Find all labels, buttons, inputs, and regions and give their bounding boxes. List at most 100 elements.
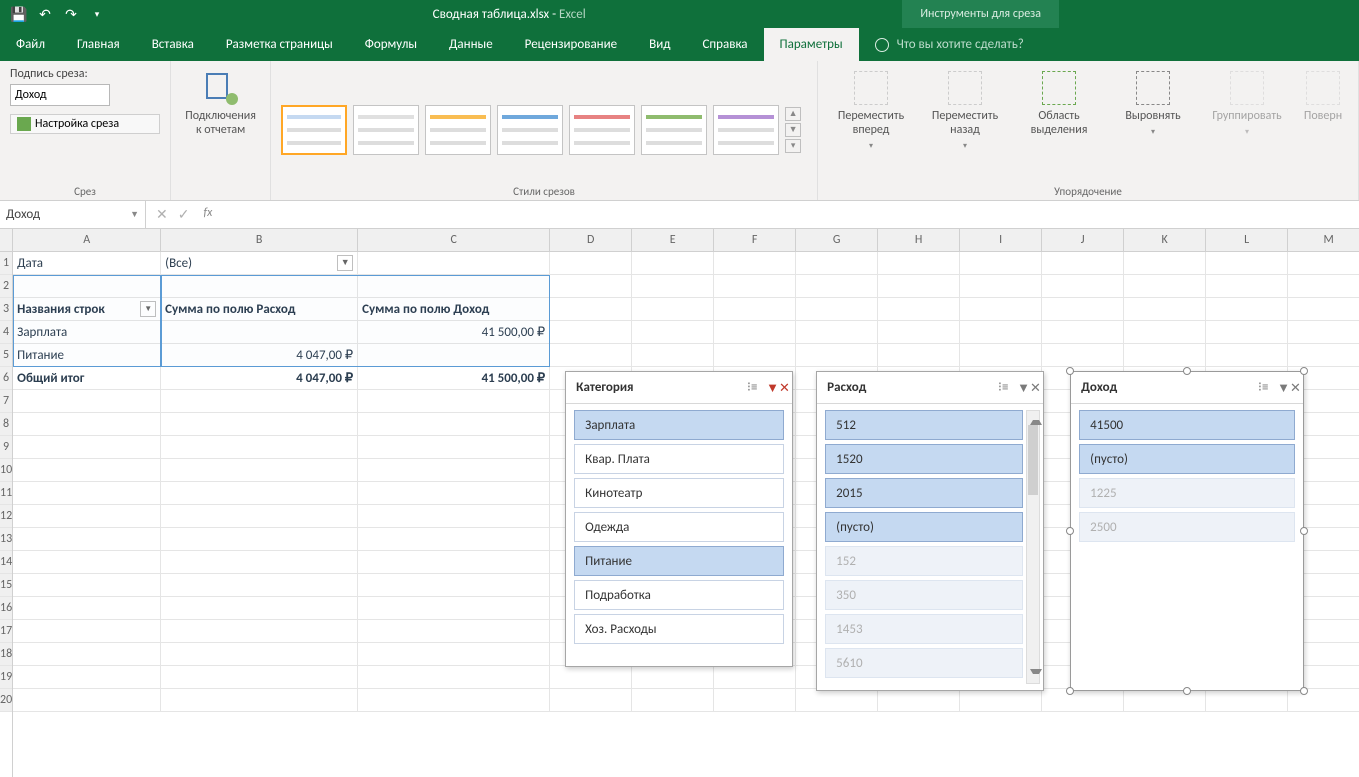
col-header[interactable]: G [796, 229, 878, 251]
cell[interactable] [960, 275, 1042, 297]
multiselect-icon[interactable]: ⁝≡ [744, 380, 760, 396]
row-header[interactable]: 20 [0, 689, 12, 712]
cell[interactable] [13, 528, 161, 550]
slicer-style-thumb[interactable] [281, 105, 347, 155]
cell[interactable] [632, 344, 714, 366]
row-header[interactable]: 6 [0, 367, 12, 390]
cell[interactable] [13, 482, 161, 504]
cell[interactable] [161, 643, 358, 665]
cell[interactable] [550, 689, 632, 711]
cell[interactable] [161, 321, 358, 343]
cell[interactable] [796, 252, 878, 274]
slicer-style-thumb[interactable] [353, 105, 419, 155]
cell[interactable] [1206, 252, 1288, 274]
rotate-button[interactable]: Поверн [1298, 67, 1348, 183]
slicer-item[interactable]: 1225 [1079, 478, 1295, 508]
clear-filter-icon[interactable]: ▼✕ [766, 380, 782, 396]
col-header[interactable]: J [1042, 229, 1124, 251]
cell[interactable] [878, 275, 960, 297]
cell[interactable] [1042, 298, 1124, 320]
slicer-расход[interactable]: Расход⁝≡▼✕51215202015(пусто)152350145356… [816, 371, 1044, 691]
cell[interactable] [161, 459, 358, 481]
slicer-item[interactable]: (пусто) [1079, 444, 1295, 474]
cell[interactable] [358, 551, 550, 573]
cell[interactable] [550, 252, 632, 274]
cell[interactable] [796, 298, 878, 320]
slicer-item[interactable]: Кинотеатр [574, 478, 784, 508]
gallery-scroll[interactable]: ▲▼▾ [785, 107, 801, 153]
cell[interactable] [358, 482, 550, 504]
cell[interactable]: Сумма по полю Расход [161, 298, 358, 320]
slicer-item[interactable]: Квар. Плата [574, 444, 784, 474]
slicer-item[interactable]: 1453 [825, 614, 1023, 644]
cell[interactable]: 4 047,00 ₽ [161, 344, 358, 366]
cell[interactable] [714, 666, 796, 688]
cell[interactable] [358, 505, 550, 527]
slicer-item[interactable]: 512 [825, 410, 1023, 440]
cell[interactable] [878, 689, 960, 711]
cell[interactable] [13, 390, 161, 412]
cell[interactable] [13, 643, 161, 665]
report-connections-button[interactable]: Подключения к отчетам [179, 67, 262, 183]
slicer-style-thumb[interactable] [569, 105, 635, 155]
cell[interactable] [1206, 275, 1288, 297]
cell[interactable] [1124, 252, 1206, 274]
slicer-категория[interactable]: Категория⁝≡▼✕ЗарплатаКвар. ПлатаКинотеат… [565, 371, 793, 667]
cell[interactable] [1288, 321, 1359, 343]
cancel-icon[interactable]: ✕ [156, 206, 168, 223]
slicer-item[interactable]: 5610 [825, 648, 1023, 678]
cell[interactable] [1288, 344, 1359, 366]
cell[interactable] [161, 574, 358, 596]
cell[interactable] [358, 689, 550, 711]
tab-формулы[interactable]: Формулы [349, 28, 433, 61]
row-header[interactable]: 4 [0, 321, 12, 344]
row-header[interactable]: 16 [0, 597, 12, 620]
cell[interactable] [161, 620, 358, 642]
cell[interactable] [358, 344, 550, 366]
cell[interactable] [714, 689, 796, 711]
cell[interactable]: 41 500,00 ₽ [358, 367, 550, 389]
cell[interactable] [1288, 689, 1359, 711]
name-box[interactable]: Доход▼ [0, 201, 146, 228]
cell[interactable] [358, 390, 550, 412]
cell[interactable] [1206, 344, 1288, 366]
col-header[interactable]: H [878, 229, 960, 251]
col-header[interactable]: E [632, 229, 714, 251]
slicer-item[interactable]: Хоз. Расходы [574, 614, 784, 644]
cell[interactable]: Названия строк▼ [13, 298, 161, 320]
col-header[interactable]: L [1206, 229, 1288, 251]
col-header[interactable]: M [1288, 229, 1359, 251]
slicer-style-thumb[interactable] [641, 105, 707, 155]
cell[interactable] [1042, 252, 1124, 274]
cell[interactable] [878, 298, 960, 320]
cell[interactable] [358, 436, 550, 458]
cell[interactable] [13, 551, 161, 573]
slicer-style-thumb[interactable] [713, 105, 779, 155]
row-header[interactable]: 11 [0, 482, 12, 505]
cell[interactable]: 4 047,00 ₽ [161, 367, 358, 389]
group-button[interactable]: Группировать▾ [1204, 67, 1290, 183]
align-button[interactable]: Выровнять▾ [1110, 67, 1196, 183]
cell[interactable] [960, 689, 1042, 711]
row-header[interactable]: 19 [0, 666, 12, 689]
bring-forward-button[interactable]: Переместить вперед▾ [828, 67, 914, 183]
cell[interactable]: Зарплата [13, 321, 161, 343]
cell[interactable] [714, 344, 796, 366]
cell[interactable] [960, 344, 1042, 366]
cell[interactable] [550, 298, 632, 320]
cell[interactable] [714, 252, 796, 274]
cell[interactable] [358, 574, 550, 596]
cell[interactable] [960, 252, 1042, 274]
slicer-item[interactable]: 2500 [1079, 512, 1295, 542]
qat-dropdown-icon[interactable]: ▾ [88, 5, 106, 23]
row-header[interactable]: 7 [0, 390, 12, 413]
tab-вставка[interactable]: Вставка [136, 28, 210, 61]
save-icon[interactable]: 💾 [10, 5, 28, 23]
enter-icon[interactable]: ✓ [178, 206, 190, 223]
cell[interactable] [960, 321, 1042, 343]
cell[interactable] [714, 321, 796, 343]
multiselect-icon[interactable]: ⁝≡ [995, 380, 1011, 396]
slicer-item[interactable]: 350 [825, 580, 1023, 610]
cell[interactable] [161, 666, 358, 688]
row-header[interactable]: 8 [0, 413, 12, 436]
